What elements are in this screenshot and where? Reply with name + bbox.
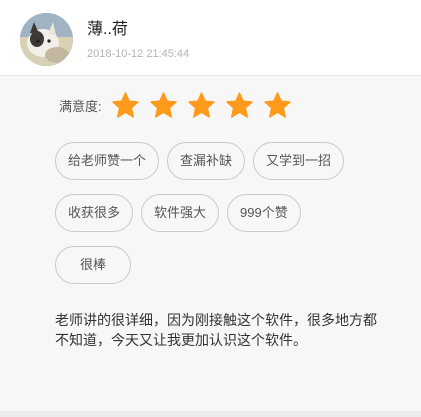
tag-great[interactable]: 很棒 [55,246,132,284]
tag-praise-teacher[interactable]: 给老师赞一个 [55,142,160,180]
star-icon[interactable] [263,92,291,118]
divider [0,411,421,417]
review-comment: 老师讲的很详细，因为刚接触这个软件，很多地方都不知道，今天又让我更加认识这个软件… [55,312,377,348]
review-timestamp: 2018-10-12 21:45:44 [87,48,190,60]
review-header: 薄..荷 2018-10-12 21:45:44 [0,0,421,76]
tag-row: 收获很多 软件强大 999个赞 [55,194,395,232]
tag-learned-much[interactable]: 收获很多 [55,194,134,232]
cat-photo-avatar-icon [20,13,73,66]
tag-powerful-software[interactable]: 软件强大 [141,194,220,232]
avatar[interactable] [20,13,73,66]
tag-learned-trick[interactable]: 又学到一招 [253,142,345,180]
tag-row: 给老师赞一个 查漏补缺 又学到一招 [55,142,395,180]
tag-fill-gaps[interactable]: 查漏补缺 [167,142,246,180]
satisfaction-rating: 满意度: [59,92,291,118]
star-icon[interactable] [225,92,253,118]
rating-stars [111,92,291,118]
star-icon[interactable] [187,92,215,118]
star-icon[interactable] [149,92,177,118]
tag-row: 很棒 [55,246,395,284]
username: 薄..荷 [87,21,128,38]
tag-999-likes[interactable]: 999个赞 [227,194,301,232]
rating-label: 满意度: [59,98,102,114]
review-tags: 给老师赞一个 查漏补缺 又学到一招 收获很多 软件强大 999个赞 很棒 [55,142,395,298]
star-icon[interactable] [111,92,139,118]
